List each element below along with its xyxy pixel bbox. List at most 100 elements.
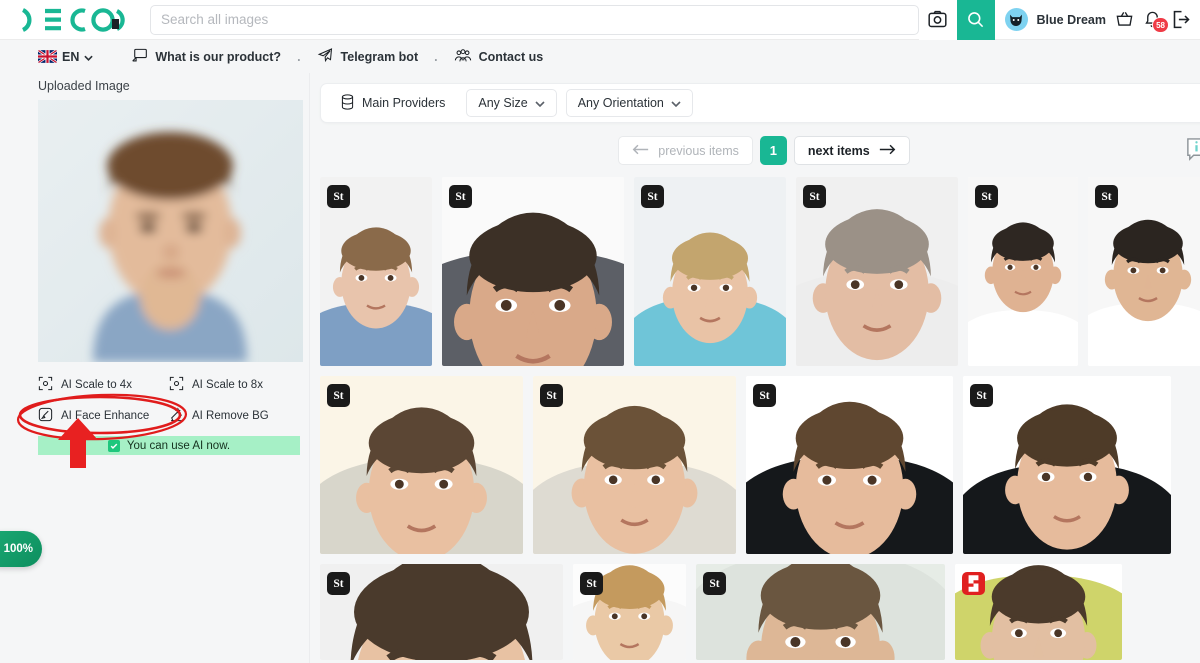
results-row: St St: [320, 376, 1200, 554]
language-selector[interactable]: EN: [38, 49, 94, 64]
expand-icon: [169, 376, 184, 394]
contact-icon: [454, 48, 472, 66]
ai-tool-label: AI Face Enhance: [61, 410, 150, 422]
camera-search-icon[interactable]: [918, 0, 957, 40]
result-thumbnail[interactable]: St: [320, 564, 563, 660]
adobe-stock-watermark-icon: St: [975, 185, 998, 208]
uk-flag-icon: [38, 50, 57, 63]
database-icon: [340, 93, 355, 113]
secondary-nav: EN What is our product? . Telegram bot .: [0, 40, 1200, 73]
results-row: St St: [320, 177, 1200, 366]
adobe-stock-watermark-icon: St: [327, 185, 350, 208]
result-thumbnail[interactable]: St: [963, 376, 1171, 554]
previous-items-button[interactable]: previous items: [618, 136, 753, 165]
adobe-stock-watermark-icon: St: [753, 384, 776, 407]
nav-item-telegram[interactable]: Telegram bot: [317, 47, 419, 66]
adobe-stock-watermark-icon: St: [803, 185, 826, 208]
sidebar: Uploaded Image AI Scale to 4x AI Scale t…: [0, 73, 310, 663]
user-area: Blue Dream 58: [995, 0, 1200, 40]
product-icon: [131, 48, 148, 66]
search-input[interactable]: [161, 12, 908, 27]
result-thumbnail[interactable]: St: [634, 177, 786, 366]
result-thumbnail[interactable]: [955, 564, 1122, 660]
expand-icon: [38, 376, 53, 394]
ai-tool-label: AI Remove BG: [192, 410, 269, 422]
page-number-1[interactable]: 1: [759, 136, 787, 165]
size-filter[interactable]: Any Size: [466, 89, 557, 117]
chevron-down-icon: [84, 50, 94, 64]
orientation-filter-label: Any Orientation: [577, 96, 664, 110]
nav-item-product[interactable]: What is our product?: [131, 48, 281, 66]
filter-bar: Main Providers Any Size Any Orientation: [320, 83, 1200, 123]
adobe-stock-watermark-icon: St: [970, 384, 993, 407]
results-row: St St: [320, 564, 1200, 660]
ai-tool-label: AI Scale to 8x: [192, 379, 263, 391]
nav-separator: .: [434, 49, 438, 64]
result-thumbnail[interactable]: St: [533, 376, 736, 554]
ai-face-enhance-button[interactable]: AI Face Enhance: [38, 407, 169, 425]
size-filter-label: Any Size: [478, 96, 528, 110]
ai-scale-8x-button[interactable]: AI Scale to 8x: [169, 376, 300, 394]
app-logo[interactable]: [0, 0, 150, 40]
result-thumbnail[interactable]: St: [696, 564, 945, 660]
nav-separator: .: [297, 49, 301, 64]
result-thumbnail[interactable]: St: [746, 376, 953, 554]
result-thumbnail[interactable]: St: [320, 376, 523, 554]
cat-avatar-icon[interactable]: [1004, 8, 1028, 31]
adobe-stock-watermark-icon: St: [327, 384, 350, 407]
adobe-stock-watermark-icon: St: [641, 185, 664, 208]
main-content: Main Providers Any Size Any Orientation: [310, 73, 1200, 663]
search-box[interactable]: [150, 4, 919, 35]
adobe-stock-watermark-icon: St: [449, 185, 472, 208]
result-thumbnail[interactable]: St: [442, 177, 624, 366]
adobe-stock-watermark-icon: St: [1095, 185, 1118, 208]
language-label: EN: [62, 49, 80, 64]
shutterstock-watermark-icon: [962, 572, 985, 595]
orientation-filter[interactable]: Any Orientation: [565, 89, 693, 117]
basket-icon[interactable]: [1115, 10, 1134, 29]
telegram-icon: [317, 47, 334, 66]
adobe-stock-watermark-icon: St: [580, 572, 603, 595]
provider-filter[interactable]: Main Providers: [328, 89, 458, 117]
brush-icon: [38, 407, 53, 425]
pagination: previous items 1 next items: [320, 136, 1200, 165]
chevron-down-icon: [535, 96, 545, 110]
nav-label: Contact us: [478, 49, 544, 64]
ai-scale-4x-button[interactable]: AI Scale to 4x: [38, 376, 169, 394]
adobe-stock-watermark-icon: St: [703, 572, 726, 595]
nav-label: What is our product?: [155, 49, 282, 64]
ai-tool-label: AI Scale to 4x: [61, 379, 132, 391]
chevron-down-icon: [671, 96, 681, 110]
next-items-label: next items: [807, 143, 870, 158]
ai-available-banner: You can use AI now.: [38, 436, 300, 455]
arrow-left-icon: [632, 144, 649, 158]
arrow-right-icon: [879, 144, 896, 158]
nav-item-contact[interactable]: Contact us: [454, 48, 544, 66]
provider-filter-label: Main Providers: [362, 96, 446, 110]
next-items-button[interactable]: next items: [793, 136, 910, 165]
adobe-stock-watermark-icon: St: [327, 572, 350, 595]
previous-items-label: previous items: [658, 143, 739, 158]
adobe-stock-watermark-icon: St: [540, 384, 563, 407]
result-thumbnail[interactable]: St: [573, 564, 686, 660]
uploaded-image-preview[interactable]: [38, 100, 303, 362]
bell-icon[interactable]: 58: [1143, 10, 1169, 33]
ai-available-label: You can use AI now.: [126, 439, 231, 452]
result-thumbnail[interactable]: St: [968, 177, 1078, 366]
ai-remove-bg-button[interactable]: AI Remove BG: [169, 407, 300, 425]
result-thumbnail[interactable]: St: [796, 177, 958, 366]
eraser-icon: [169, 407, 184, 425]
logout-icon[interactable]: [1171, 9, 1192, 30]
app-header: Blue Dream 58: [0, 0, 1200, 40]
ai-tools: AI Scale to 4x AI Scale to 8x AI Face En…: [38, 376, 300, 425]
username-label: Blue Dream: [1036, 12, 1106, 27]
search-button[interactable]: [956, 0, 995, 40]
nav-label: Telegram bot: [340, 49, 419, 64]
results-grid: St St St St St St St St St St St St St: [320, 177, 1200, 660]
result-thumbnail[interactable]: St: [320, 177, 432, 366]
info-icon[interactable]: [1185, 137, 1200, 167]
search-area: [150, 0, 995, 40]
notification-badge: 58: [1152, 17, 1169, 33]
check-icon: [107, 439, 120, 452]
result-thumbnail[interactable]: St: [1088, 177, 1200, 366]
